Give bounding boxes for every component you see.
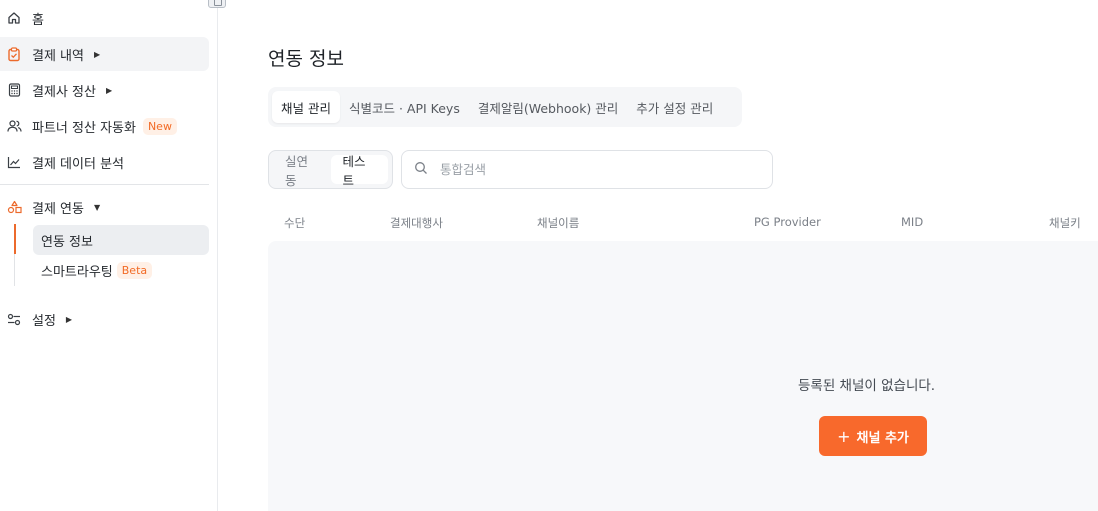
page-title: 연동 정보 xyxy=(268,48,344,70)
sidebar-item-settings[interactable]: 설정 ▶ xyxy=(0,302,72,336)
line-chart-icon xyxy=(6,154,22,170)
sidebar-item-label: 결제 데이터 분석 xyxy=(32,156,124,172)
sidebar-subitem-integration-info[interactable]: 연동 정보 xyxy=(33,225,209,255)
sidebar: 홈 결제 내역 ▶ 결제사 정산 ▶ 파트너 정산 자동화 New 결제 데이터… xyxy=(0,0,226,511)
sidebar-item-label: 홈 xyxy=(32,12,44,28)
sidebar-subitem-label: 스마트라우팅 xyxy=(41,264,113,280)
add-channel-label: 채널 추가 xyxy=(856,430,909,446)
tab-additional-settings[interactable]: 추가 설정 관리 xyxy=(627,91,722,123)
column-header-channel-name: 채널이름 xyxy=(537,216,580,230)
column-header-pg-provider: PG Provider xyxy=(754,215,821,229)
environment-toggle: 실연동 테스트 xyxy=(268,150,393,189)
sidebar-item-payments[interactable]: 결제 내역 ▶ xyxy=(0,37,209,71)
env-live-option[interactable]: 실연동 xyxy=(273,154,331,188)
sidebar-subitem-label: 연동 정보 xyxy=(41,234,93,250)
shapes-icon xyxy=(6,199,22,215)
new-badge: New xyxy=(142,117,177,135)
table-empty-area xyxy=(268,241,1098,511)
calculator-icon xyxy=(6,82,22,98)
caret-right-icon: ▶ xyxy=(105,85,113,95)
sidebar-item-label: 결제 내역 xyxy=(32,48,84,64)
sidebar-item-label: 설정 xyxy=(32,313,56,329)
sidebar-item-analytics[interactable]: 결제 데이터 분석 xyxy=(0,145,124,179)
sidebar-item-home[interactable]: 홈 xyxy=(0,1,44,35)
home-icon xyxy=(6,10,22,26)
sidebar-item-partner-settlement[interactable]: 파트너 정산 자동화 New xyxy=(0,109,177,143)
plus-icon: + xyxy=(837,426,851,446)
sidebar-item-settlement[interactable]: 결제사 정산 ▶ xyxy=(0,73,112,107)
sliders-icon xyxy=(6,311,22,327)
tab-channel-management[interactable]: 채널 관리 xyxy=(272,91,340,123)
search-icon xyxy=(414,160,428,179)
clipboard-check-icon xyxy=(6,46,22,62)
env-test-option[interactable]: 테스트 xyxy=(330,154,388,188)
column-header-channel-key: 채널키 xyxy=(1049,216,1081,230)
beta-badge: Beta xyxy=(116,261,153,279)
column-header-method: 수단 xyxy=(284,216,306,230)
search-box xyxy=(401,150,773,189)
sidebar-item-label: 파트너 정산 자동화 xyxy=(32,120,136,136)
sidebar-collapse-icon[interactable] xyxy=(208,0,226,8)
column-header-mid: MID xyxy=(901,215,924,229)
submenu-active-indicator xyxy=(14,224,16,254)
sidebar-item-integration[interactable]: 결제 연동 ▼ xyxy=(0,190,100,224)
search-input[interactable] xyxy=(440,162,740,177)
submenu-guide-line xyxy=(14,254,15,286)
column-header-pg: 결제대행사 xyxy=(390,216,443,230)
tab-webhook[interactable]: 결제알림(Webhook) 관리 xyxy=(469,91,627,123)
add-channel-button[interactable]: + 채널 추가 xyxy=(819,416,927,456)
caret-right-icon: ▶ xyxy=(93,49,101,59)
empty-state-message: 등록된 채널이 없습니다. xyxy=(798,378,936,394)
tab-bar: 채널 관리 식별코드 · API Keys 결제알림(Webhook) 관리 추… xyxy=(268,87,742,127)
sidebar-subitem-smart-routing[interactable]: 스마트라우팅 Beta xyxy=(33,255,153,285)
tab-api-keys[interactable]: 식별코드 · API Keys xyxy=(340,91,469,123)
sidebar-divider xyxy=(0,184,209,185)
users-icon xyxy=(6,118,22,134)
sidebar-item-label: 결제 연동 xyxy=(32,201,84,217)
caret-down-icon: ▼ xyxy=(93,202,101,212)
caret-right-icon: ▶ xyxy=(65,314,73,324)
sidebar-item-label: 결제사 정산 xyxy=(32,84,96,100)
